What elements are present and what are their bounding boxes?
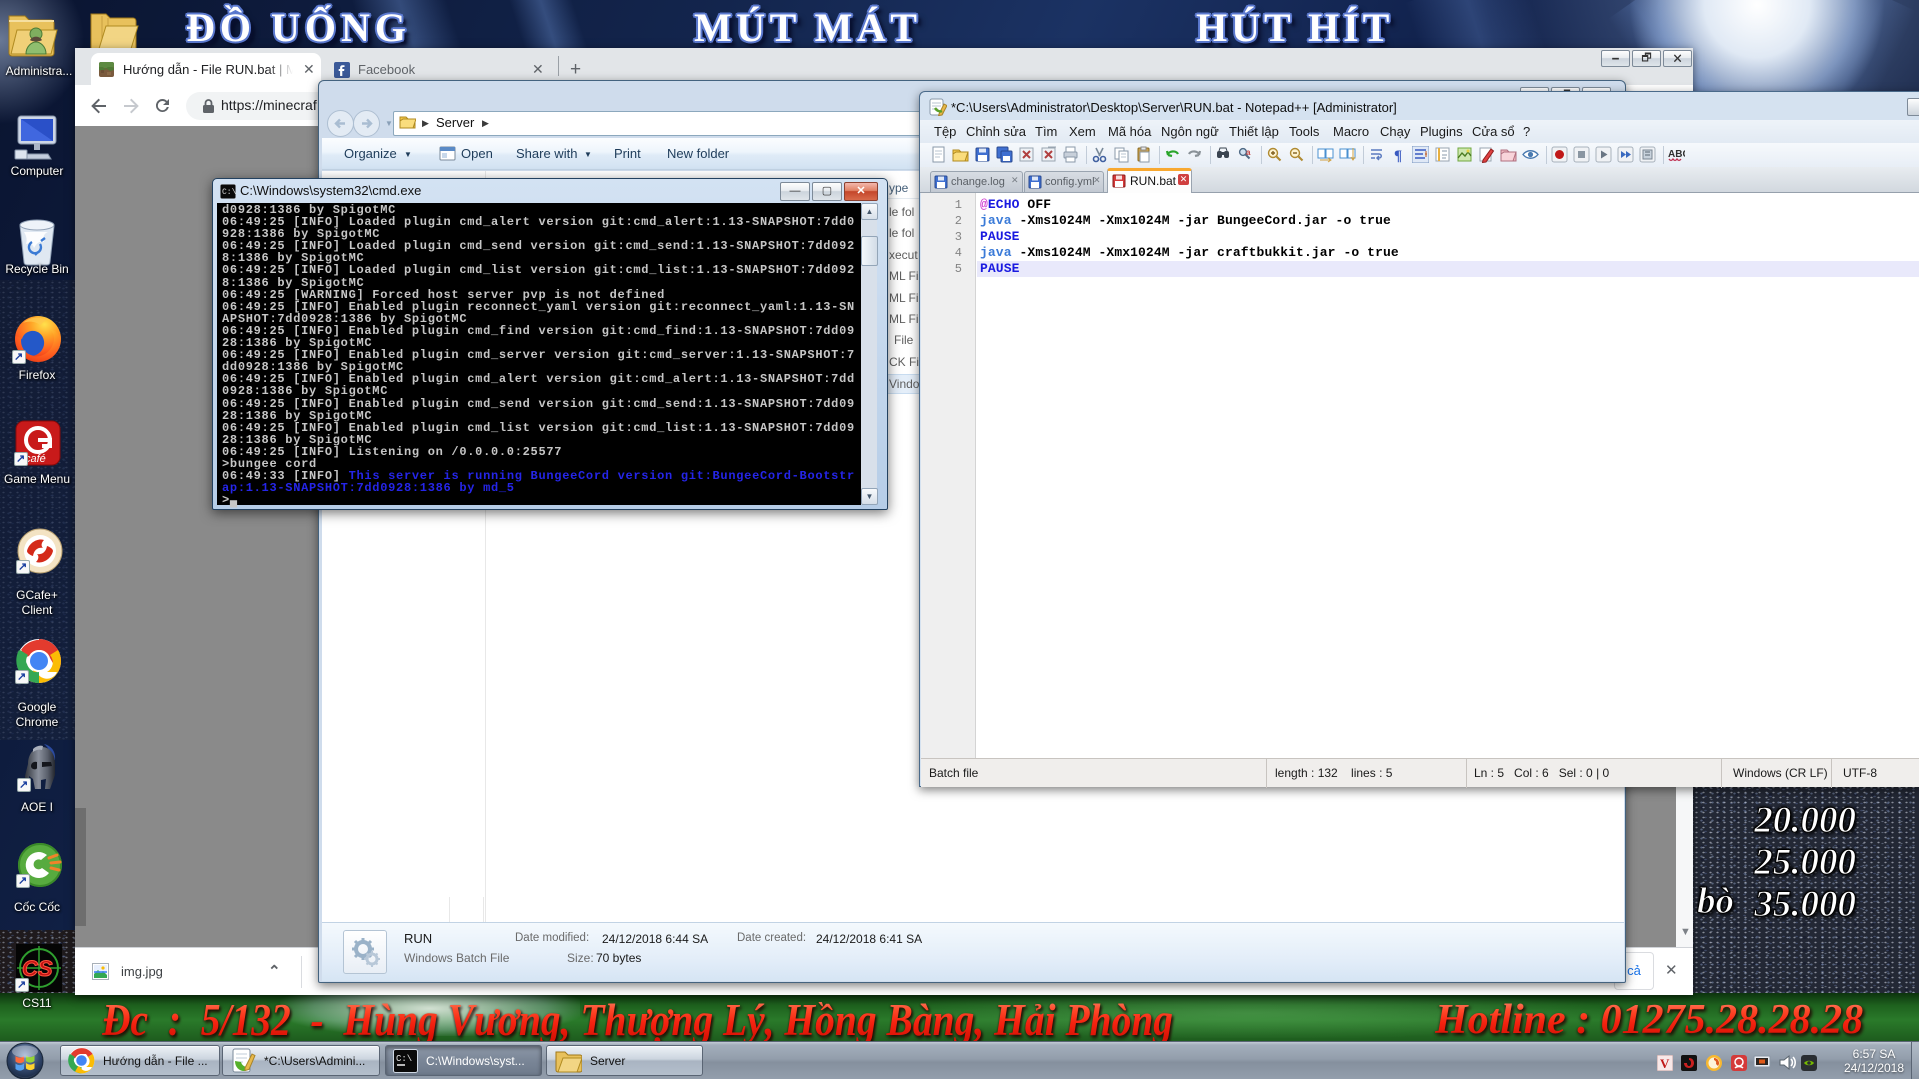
svg-text:V: V xyxy=(1660,1056,1670,1071)
svg-text:¶: ¶ xyxy=(1394,148,1402,163)
svg-text:café: café xyxy=(25,453,46,465)
svg-text:C:\: C:\ xyxy=(222,188,236,197)
svg-text:ABC: ABC xyxy=(1668,149,1685,160)
svg-text:C:\: C:\ xyxy=(396,1054,412,1064)
svg-text:a: a xyxy=(1246,148,1251,157)
